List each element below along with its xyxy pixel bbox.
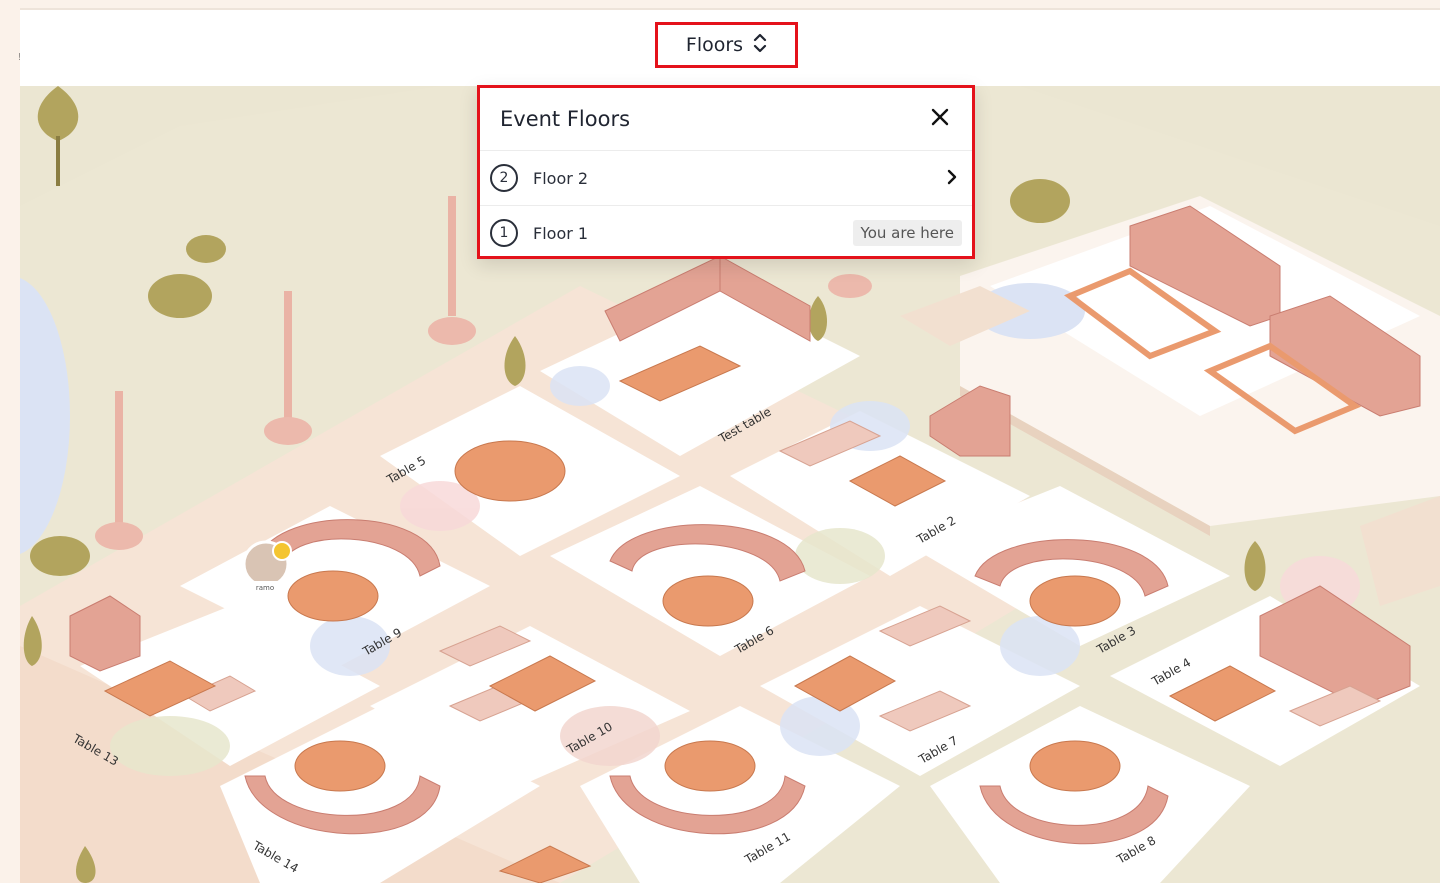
close-icon[interactable]	[930, 106, 950, 132]
floor-number-badge: 2	[490, 164, 518, 192]
event-floors-popup: Event Floors 2 Floor 2 1 Floor 1 You are…	[477, 85, 975, 259]
floor-label: Floor 1	[533, 223, 589, 243]
avatar-name: ramo	[256, 584, 274, 592]
floors-button-label: Floors	[685, 34, 744, 56]
floors-dropdown-button[interactable]: Floors	[655, 22, 798, 68]
floor-item-2[interactable]: 2 Floor 2	[480, 151, 972, 206]
popup-header: Event Floors	[480, 88, 972, 151]
current-floor-badge: You are here	[852, 220, 962, 246]
chevron-up-down-icon	[753, 32, 767, 59]
popup-title: Event Floors	[500, 107, 631, 131]
floor-item-1[interactable]: 1 Floor 1 You are here	[480, 206, 972, 260]
chevron-right-icon	[946, 166, 958, 191]
left-rail: !	[0, 0, 22, 883]
floor-number-badge: 1	[490, 219, 518, 247]
user-avatar: ramo	[242, 540, 292, 593]
floor-label: Floor 2	[533, 168, 589, 188]
